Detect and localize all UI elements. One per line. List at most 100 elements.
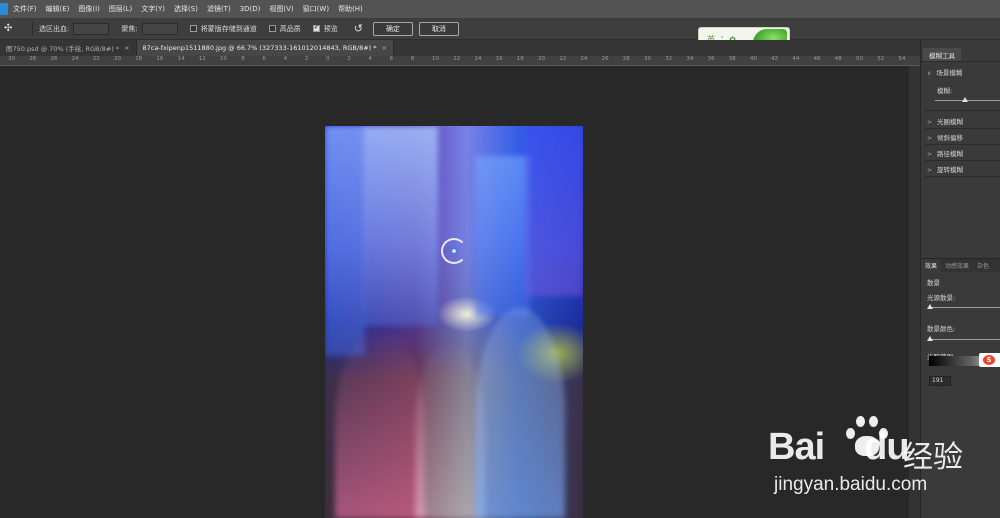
menu-layer[interactable]: 图层(L) [109,4,132,14]
ruler-tick-label: 36 [707,56,715,62]
panel-divider [925,160,1000,161]
watermark-cn: 经验 [903,440,963,475]
tilt-shift-section[interactable]: > 倾斜偏移 [927,132,963,142]
path-blur-section[interactable]: > 路径模糊 [927,148,963,158]
menu-select[interactable]: 选择(S) [174,4,198,14]
ruler-tick-label: 4 [283,56,288,62]
document-tab-bar: 图750.psd @ 70% (手绘, RGB/8#) * × 87ca-fxi… [0,40,920,56]
save-mask-label: 将蒙版存储到通道 [200,24,257,33]
watermark-brand-text: Bai [768,426,825,468]
ruler-tick-label: 16 [495,56,503,62]
ok-button[interactable]: 确定 [372,21,413,36]
ruler-tick-label: 14 [177,56,185,62]
section-label: 光圈模糊 [937,118,964,126]
building-shape [363,126,438,326]
building-shape [475,156,530,316]
ruler-tick-label: 46 [813,56,821,62]
ruler-tick-label: 42 [771,56,779,62]
sogou-ime-icon[interactable]: S [979,353,1000,367]
ruler-tick-label: 6 [262,56,266,62]
spin-blur-section[interactable]: > 旋转模糊 [927,164,963,174]
menu-filter[interactable]: 滤镜(T) [207,4,231,14]
save-mask-checkbox[interactable] [189,25,197,32]
reset-pins-icon[interactable]: ↺ [354,22,363,35]
baidu-paw-icon [842,412,892,458]
document-image[interactable] [325,126,583,518]
ruler-tick-label: 24 [580,56,588,62]
chevron-right-icon: > [927,119,933,126]
panel-divider [925,176,1000,177]
horizontal-ruler: 30 28 26 24 22 20 18 16 14 12 10 8 6 4 2 0 2 4 6 8 10 12 14 16 1… [0,56,920,66]
ruler-tick-label: 2 [304,56,309,62]
light-streak [475,308,565,518]
chevron-down-icon: ∨ [927,70,932,77]
menu-bar: 文件(F) 编辑(E) 图像(I) 图层(L) 文字(Y) 选择(S) 滤镜(T… [0,0,1000,18]
menu-edit[interactable]: 编辑(E) [46,4,70,14]
blur-tool-pin-icon[interactable]: ✣ [4,23,16,35]
preview-label: 预览 [323,24,338,33]
blur-slider-thumb[interactable] [962,97,968,102]
ruler-tick-label: 26 [601,56,609,62]
section-label: 路径模糊 [937,150,964,158]
panel-divider [925,144,1000,145]
close-icon[interactable]: × [124,44,129,52]
ruler-tick-label: 20 [538,56,545,62]
ruler-tick-label: 24 [71,56,79,62]
ruler-tick-label: 18 [135,56,143,62]
menu-help[interactable]: 帮助(H) [338,4,363,14]
light-bokeh-slider-track[interactable] [929,307,1000,308]
field-blur-title: 场景模糊 [936,69,963,77]
effects-tab-bar: 效果 动感效果 杂色 [921,258,1000,273]
ruler-tick-label: 10 [432,56,439,62]
menu-image[interactable]: 图像(I) [78,4,100,14]
baidu-jingyan-watermark: Bai du 经验 jingyan.baidu.com [768,412,1000,502]
iris-blur-section[interactable]: > 光圈模糊 [927,116,963,126]
tab-motion-effects[interactable]: 动感效果 [941,261,973,270]
document-tab[interactable]: 图750.psd @ 70% (手绘, RGB/8#) * × [0,40,137,56]
section-label: 旋转模糊 [937,166,964,174]
ruler-tick-label: 52 [877,56,885,62]
preview-checkbox[interactable] [312,23,320,32]
blur-amount-label: 模糊: [937,87,953,95]
high-quality-checkbox[interactable] [268,25,276,32]
bokeh-color-slider-track[interactable] [929,339,1000,340]
tab-noise[interactable]: 杂色 [973,261,993,270]
field-blur-section[interactable]: ∨ 场景模糊 [927,67,962,77]
ruler-tick-label: 2 [347,56,351,62]
ruler-tick-label: 28 [29,56,37,62]
selection-bleed-field[interactable] [73,22,110,35]
menu-file[interactable]: 文件(F) [13,4,37,14]
panel-divider [925,128,1000,129]
tab-effects[interactable]: 效果 [921,258,942,273]
ruler-tick-label: 20 [114,56,121,62]
ruler-tick-label: 8 [241,56,245,62]
focus-field[interactable] [141,22,178,35]
bokeh-color-slider-thumb[interactable] [927,336,933,341]
ruler-tick-label: 18 [516,56,524,62]
ruler-tick-label: 38 [728,56,736,62]
ruler-tick-label: 26 [50,56,58,62]
photoshop-logo-icon [0,3,8,15]
cancel-button[interactable]: 取消 [418,21,459,36]
light-bokeh-label: 光源散景: [927,294,956,302]
close-icon[interactable]: × [382,44,387,52]
ruler-tick-label: 28 [622,56,630,62]
light-range-value-field[interactable]: 191 [929,376,951,386]
section-label: 倾斜偏移 [937,134,964,142]
menu-view[interactable]: 视图(V) [269,4,293,14]
menu-3d[interactable]: 3D(D) [240,5,261,13]
watermark-url: jingyan.baidu.com [774,474,928,495]
sogou-logo-icon: S [983,355,995,365]
ruler-tick-label: 10 [220,56,227,62]
document-tab-label: 图750.psd @ 70% (手绘, RGB/8#) * [6,45,120,53]
light-bokeh-slider-thumb[interactable] [927,304,933,309]
ruler-tick-label: 8 [410,56,415,62]
blur-pin-center[interactable] [451,248,457,254]
document-tab-active[interactable]: 87ca-fxipenp1511880.jpg @ 66.7% (327333-… [136,40,394,56]
ruler-tick-label: 30 [644,56,651,62]
menu-window[interactable]: 窗口(W) [303,4,329,14]
tab-blur-tools[interactable]: 模糊工具 [923,48,961,61]
ruler-tick-label: 50 [856,56,863,62]
high-quality-label: 高品质 [279,24,301,33]
menu-type[interactable]: 文字(Y) [141,4,165,14]
